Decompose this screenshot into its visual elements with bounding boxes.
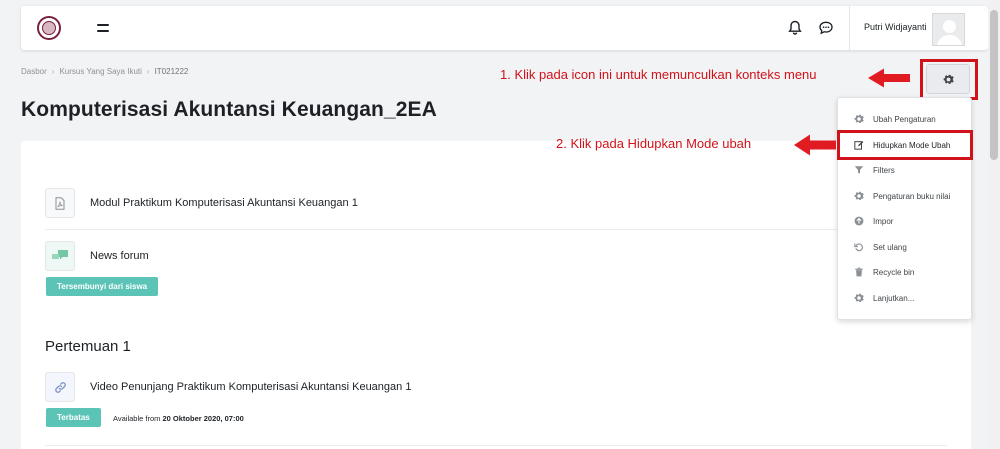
gear-icon [853, 293, 864, 304]
menu-item-label: Recycle bin [873, 267, 915, 277]
highlight-box-edit-mode [837, 130, 973, 160]
arrow-left-icon [868, 68, 910, 88]
breadcrumb-course-code[interactable]: IT021222 [155, 67, 189, 76]
navbar: Putri Widjayanti [21, 6, 988, 50]
availability-date: 20 Oktober 2020, 07:00 [162, 414, 244, 423]
menu-item-lanjutkan[interactable]: Lanjutkan... [838, 286, 971, 310]
menu-item-label: Set ulang [873, 242, 907, 252]
section-title: Pertemuan 1 [45, 338, 131, 355]
hidden-from-students-badge: Tersembunyi dari siswa [46, 277, 159, 296]
avatar[interactable] [932, 13, 965, 46]
menu-item-label: Ubah Pengaturan [873, 114, 936, 124]
annotation-step-1: 1. Klik pada icon ini untuk memunculkan … [500, 67, 817, 82]
undo-icon [853, 242, 864, 253]
filter-icon [853, 165, 864, 176]
upload-icon [853, 216, 864, 227]
menu-item-impor[interactable]: Impor [838, 209, 971, 233]
hamburger-icon[interactable] [97, 22, 109, 34]
chat-icon[interactable] [818, 20, 834, 36]
activity-module-pdf[interactable]: Modul Praktikum Komputerisasi Akuntansi … [45, 188, 358, 218]
divider [45, 229, 947, 230]
divider [45, 445, 947, 446]
activity-label[interactable]: Video Penunjang Praktikum Komputerisasi … [90, 381, 411, 393]
user-name[interactable]: Putri Widjayanti [864, 22, 927, 32]
menu-item-label: Filters [873, 165, 895, 175]
breadcrumb-dasbor[interactable]: Dasbor [21, 67, 47, 76]
menu-item-recycle-bin[interactable]: Recycle bin [838, 260, 971, 284]
bell-icon[interactable] [787, 20, 803, 36]
highlight-box-gear [920, 59, 978, 100]
gear-icon [853, 191, 864, 202]
file-pdf-icon [45, 188, 75, 218]
menu-item-label: Lanjutkan... [873, 293, 915, 303]
menu-item-ubah-pengaturan[interactable]: Ubah Pengaturan [838, 107, 971, 131]
menu-item-pengaturan-buku-nilai[interactable]: Pengaturan buku nilai [838, 184, 971, 208]
menu-item-label: Impor [873, 216, 894, 226]
forum-icon [45, 241, 75, 271]
arrow-left-icon [794, 134, 836, 156]
activity-video-link[interactable]: Video Penunjang Praktikum Komputerisasi … [45, 372, 411, 402]
menu-item-set-ulang[interactable]: Set ulang [838, 235, 971, 259]
activity-label[interactable]: Modul Praktikum Komputerisasi Akuntansi … [90, 197, 358, 209]
availability-prefix: Available from [113, 414, 161, 423]
page-title: Komputerisasi Akuntansi Keuangan_2EA [21, 98, 437, 121]
breadcrumb: Dasbor › Kursus Yang Saya Ikuti › IT0212… [21, 67, 188, 76]
restricted-badge: Terbatas [46, 408, 101, 427]
gear-icon [853, 114, 864, 125]
navbar-divider [849, 6, 850, 50]
scrollbar-thumb[interactable] [990, 10, 998, 160]
activity-label[interactable]: News forum [90, 250, 149, 262]
breadcrumb-my-courses[interactable]: Kursus Yang Saya Ikuti [59, 67, 141, 76]
menu-item-filters[interactable]: Filters [838, 158, 971, 182]
course-content-card: Modul Praktikum Komputerisasi Akuntansi … [21, 141, 971, 449]
trash-icon [853, 267, 864, 278]
breadcrumb-separator: › [51, 67, 55, 76]
menu-item-label: Pengaturan buku nilai [873, 191, 951, 201]
availability-note: Available from 20 Oktober 2020, 07:00 [113, 414, 244, 423]
activity-news-forum[interactable]: News forum [45, 241, 149, 271]
university-seal-icon[interactable] [37, 16, 61, 40]
annotation-step-2: 2. Klik pada Hidupkan Mode ubah [556, 136, 752, 151]
link-icon [45, 372, 75, 402]
breadcrumb-separator: › [146, 67, 150, 76]
